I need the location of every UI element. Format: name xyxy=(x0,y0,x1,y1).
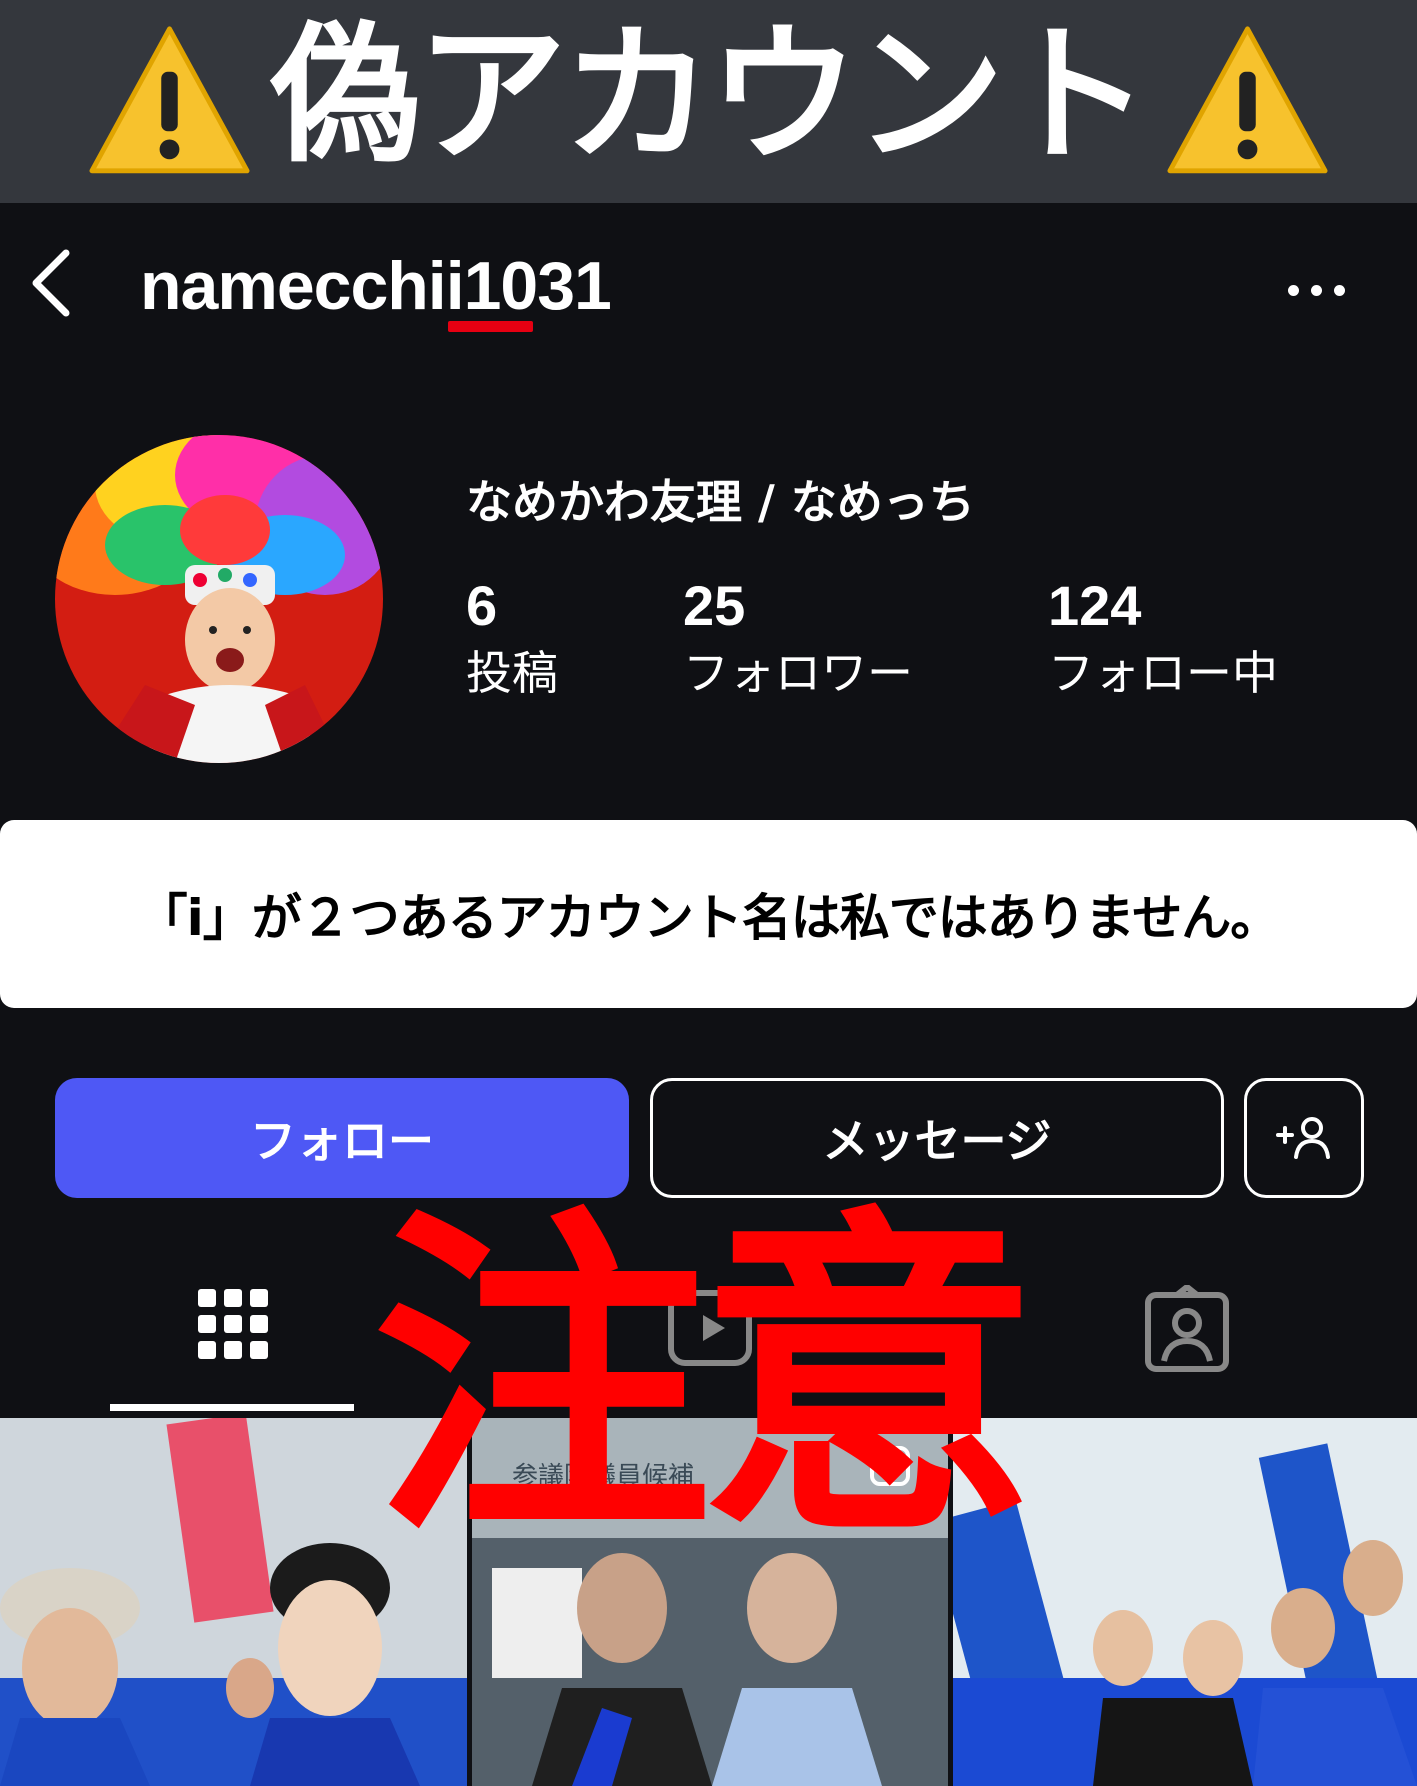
display-name: なめかわ友理 / なめっち xyxy=(466,475,975,529)
username: namecchii1031 xyxy=(140,248,612,324)
grid-icon[interactable] xyxy=(188,1285,278,1375)
chevron-left-icon[interactable] xyxy=(22,243,82,323)
follow-button[interactable]: フォロー xyxy=(55,1078,629,1198)
tagged-icon[interactable] xyxy=(1142,1283,1232,1375)
stat-value: 124 xyxy=(1048,574,1142,637)
profile-header: namecchii1031 xyxy=(0,203,1417,373)
stat-label: フォロー中 xyxy=(1048,646,1278,700)
stat-label: 投稿 xyxy=(466,646,558,700)
highlight-underline xyxy=(448,321,533,332)
stat-posts[interactable]: 6 投稿 xyxy=(466,574,558,700)
warning-icon xyxy=(1165,19,1330,184)
stat-value: 6 xyxy=(466,574,498,637)
message-button[interactable]: メッセージ xyxy=(650,1078,1224,1198)
stat-followers[interactable]: 25 フォロワー xyxy=(683,574,913,700)
caution-overlay: 注意 xyxy=(372,1182,1038,1578)
more-icon[interactable] xyxy=(1288,285,1345,296)
stat-label: フォロワー xyxy=(683,646,913,700)
add-person-button[interactable] xyxy=(1244,1078,1364,1198)
active-tab-indicator xyxy=(110,1404,354,1411)
stat-following[interactable]: 124 フォロー中 xyxy=(1048,574,1278,700)
stat-value: 25 xyxy=(683,574,746,637)
notice-box: 「i」が２つあるアカウント名は私ではありません。 xyxy=(0,820,1417,1008)
warning-icon xyxy=(87,19,252,184)
notice-text: 「i」が２つあるアカウント名は私ではありません。 xyxy=(137,889,1281,947)
warning-banner: 偽アカウント xyxy=(0,0,1417,203)
banner-title: 偽アカウント xyxy=(270,8,1150,183)
add-person-icon xyxy=(1276,1117,1330,1159)
avatar[interactable] xyxy=(55,435,383,763)
